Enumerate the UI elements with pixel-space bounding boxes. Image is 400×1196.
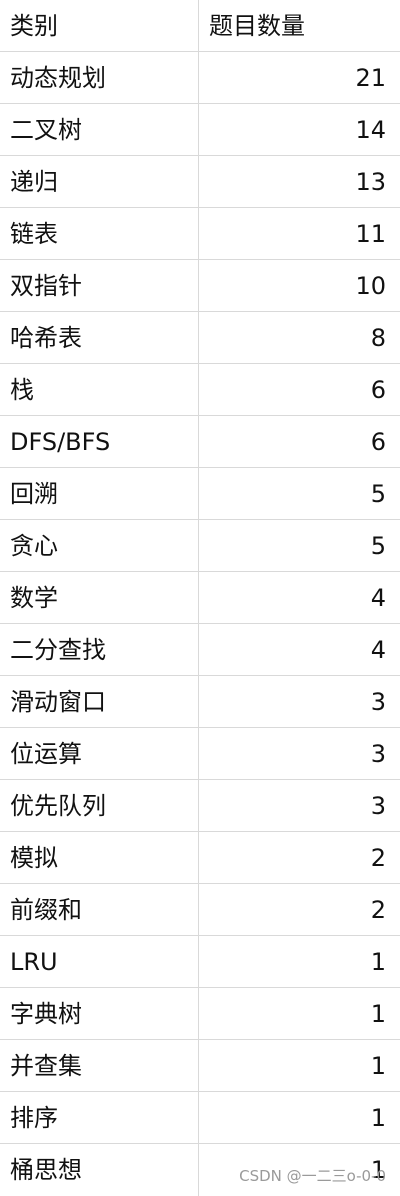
table-row: 双指针 10 — [0, 260, 400, 312]
row-count: 5 — [370, 531, 386, 560]
category-count-table: 类别 题目数量 动态规划 21 二叉树 14 递归 13 链表 11 双指针 1… — [0, 0, 400, 1196]
row-count: 5 — [370, 479, 386, 508]
row-count: 4 — [370, 635, 386, 664]
row-count: 1 — [370, 1156, 386, 1184]
table-row: 位运算 3 — [0, 728, 400, 780]
header-category: 类别 — [0, 0, 199, 51]
table-row: 排序 1 — [0, 1092, 400, 1144]
table-row: 优先队列 3 — [0, 780, 400, 832]
table-row: 栈 6 — [0, 364, 400, 416]
table-row: 二叉树 14 — [0, 104, 400, 156]
row-category: 动态规划 — [0, 52, 199, 103]
row-category: 字典树 — [0, 988, 199, 1039]
row-category: 数学 — [0, 572, 199, 623]
row-category: 排序 — [0, 1092, 199, 1143]
row-count: 13 — [355, 167, 386, 196]
row-count: 3 — [370, 739, 386, 768]
row-count: 11 — [355, 219, 386, 248]
row-category: 回溯 — [0, 468, 199, 519]
table-row: LRU 1 — [0, 936, 400, 988]
row-count: 2 — [370, 895, 386, 924]
row-category: 哈希表 — [0, 312, 199, 363]
row-category: 栈 — [0, 364, 199, 415]
row-count: 6 — [370, 427, 386, 456]
table-row: DFS/BFS 6 — [0, 416, 400, 468]
row-count: 1 — [370, 1051, 386, 1080]
table-row: 字典树 1 — [0, 988, 400, 1040]
row-category: 桶思想 — [0, 1144, 199, 1196]
row-count: 1 — [370, 999, 386, 1028]
header-count: 题目数量 — [209, 11, 305, 40]
row-category: DFS/BFS — [0, 416, 199, 467]
table-row: 回溯 5 — [0, 468, 400, 520]
row-category: 位运算 — [0, 728, 199, 779]
row-count: 14 — [355, 115, 386, 144]
table-row: 并查集 1 — [0, 1040, 400, 1092]
row-count: 21 — [355, 63, 386, 92]
row-category: 二分查找 — [0, 624, 199, 675]
row-category: 并查集 — [0, 1040, 199, 1091]
table-body: 动态规划 21 二叉树 14 递归 13 链表 11 双指针 10 哈希表 8 … — [0, 52, 400, 1196]
row-category: 优先队列 — [0, 780, 199, 831]
row-category: 贪心 — [0, 520, 199, 571]
row-category: 链表 — [0, 208, 199, 259]
table-row: 贪心 5 — [0, 520, 400, 572]
row-count: 1 — [370, 947, 386, 976]
table-row: 前缀和 2 — [0, 884, 400, 936]
row-category: 递归 — [0, 156, 199, 207]
table-header-row: 类别 题目数量 — [0, 0, 400, 52]
row-count: 6 — [370, 375, 386, 404]
row-count: 8 — [370, 323, 386, 352]
row-category: 二叉树 — [0, 104, 199, 155]
row-count: 3 — [370, 687, 386, 716]
row-count: 2 — [370, 843, 386, 872]
row-category: LRU — [0, 936, 199, 987]
row-count: 4 — [370, 583, 386, 612]
table-row: 滑动窗口 3 — [0, 676, 400, 728]
table-row: 链表 11 — [0, 208, 400, 260]
row-category: 前缀和 — [0, 884, 199, 935]
row-category: 模拟 — [0, 832, 199, 883]
row-category: 双指针 — [0, 260, 199, 311]
row-count: 1 — [370, 1103, 386, 1132]
table-row: 递归 13 — [0, 156, 400, 208]
table-row: 二分查找 4 — [0, 624, 400, 676]
table-row: 模拟 2 — [0, 832, 400, 884]
row-category: 滑动窗口 — [0, 676, 199, 727]
table-row: 哈希表 8 — [0, 312, 400, 364]
table-row: 数学 4 — [0, 572, 400, 624]
row-count: 3 — [370, 791, 386, 820]
table-row: 桶思想 1 — [0, 1144, 400, 1196]
table-row: 动态规划 21 — [0, 52, 400, 104]
row-count: 10 — [355, 271, 386, 300]
